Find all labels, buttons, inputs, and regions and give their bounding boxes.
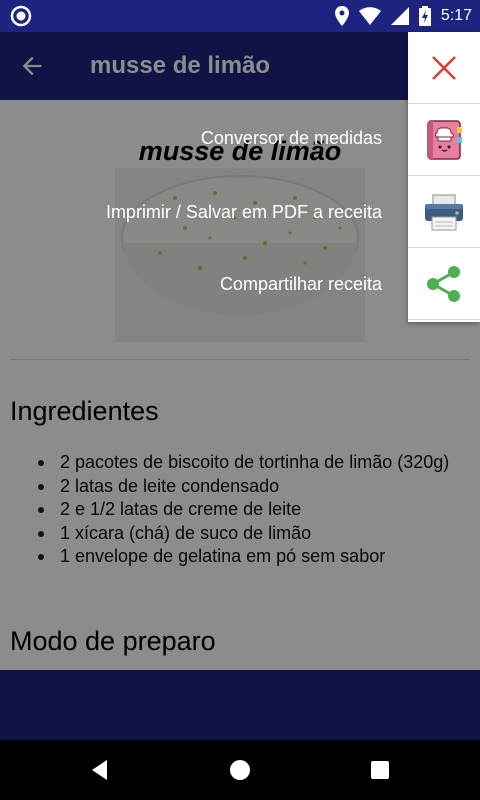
nav-back-icon[interactable] [88,758,112,782]
measure-converter-button[interactable] [408,104,480,176]
system-navigation-bar [0,740,480,800]
location-icon [334,6,349,26]
print-pdf-button[interactable] [408,176,480,248]
wifi-icon [358,7,381,25]
menu-label-measure-converter[interactable]: Conversor de medidas [201,128,382,149]
speed-dial-menu [408,32,480,322]
nav-home-icon[interactable] [228,758,252,782]
menu-label-share-recipe[interactable]: Compartilhar receita [220,274,382,295]
status-time: 5:17 [440,7,472,24]
status-bar: 5:17 [0,0,480,32]
printer-icon [425,194,463,230]
share-icon [427,265,460,302]
signal-icon [390,7,409,25]
close-icon [432,55,456,80]
battery-charging-icon [418,6,431,26]
recipe-book-icon [427,119,462,160]
close-menu-button[interactable] [408,32,480,104]
app-notification-icon [10,5,32,27]
nav-recents-icon[interactable] [368,758,392,782]
menu-label-print-pdf[interactable]: Imprimir / Salvar em PDF a receita [106,202,382,223]
share-recipe-button[interactable] [408,248,480,320]
